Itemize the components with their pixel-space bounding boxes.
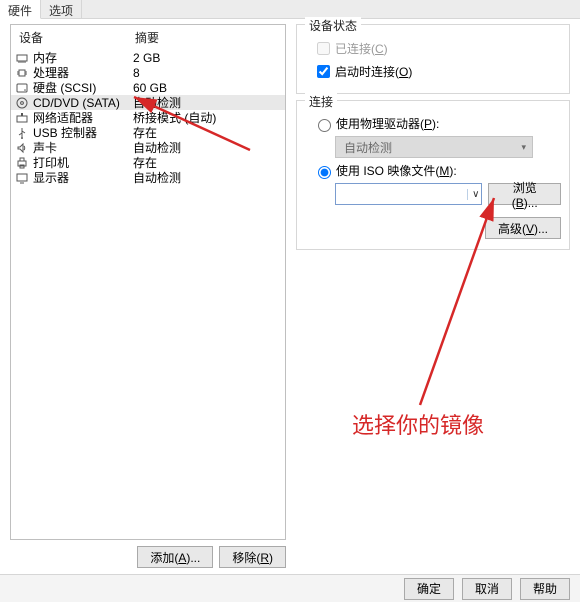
device-row[interactable]: USB 控制器存在 [11,125,285,140]
browse-button[interactable]: 浏览(B)... [488,183,561,205]
radio-physical-drive[interactable]: 使用物理驱动器(P): [313,115,561,132]
remove-device-button[interactable]: 移除(R) [219,546,286,568]
device-summary: 自动检测 [133,169,285,186]
add-device-button[interactable]: 添加(A)... [137,546,213,568]
device-row[interactable]: CD/DVD (SATA)自动检测 [11,95,285,110]
checkbox-connected: 已连接(C) [313,39,561,58]
printer-icon [15,156,29,170]
device-row[interactable]: 声卡自动检测 [11,140,285,155]
advanced-label: 高级(V)... [498,220,548,237]
device-summary: 60 GB [133,81,285,95]
chevron-down-icon: ▾ [521,142,526,153]
radio-iso-file-label: 使用 ISO 映像文件(M): [336,162,457,179]
display-icon [15,171,29,185]
group-device-state-title: 设备状态 [305,17,361,34]
advanced-button[interactable]: 高级(V)... [485,217,561,239]
browse-label: 浏览(B)... [501,179,548,210]
cancel-label: 取消 [475,580,499,597]
checkbox-connected-label: 已连接(C) [335,40,388,57]
help-label: 帮助 [533,580,557,597]
checkbox-connected-input [317,42,330,55]
nic-icon [15,111,29,125]
col-device: 设备 [19,29,135,46]
group-connection-title: 连接 [305,93,337,110]
physical-drive-value: 自动检测 [344,139,392,156]
ok-button[interactable]: 确定 [404,578,454,600]
tab-options[interactable]: 选项 [41,0,82,19]
radio-physical-drive-input[interactable] [318,119,331,132]
help-button[interactable]: 帮助 [520,578,570,600]
device-row[interactable]: 打印机存在 [11,155,285,170]
device-row[interactable]: 处理器8 [11,65,285,80]
chevron-down-icon[interactable]: ∨ [467,189,479,200]
remove-device-label: 移除(R) [232,549,273,566]
device-row[interactable]: 内存2 GB [11,50,285,65]
device-name: 显示器 [33,169,133,186]
usb-icon [15,126,29,140]
col-summary: 摘要 [135,29,279,46]
hdd-icon [15,81,29,95]
group-device-state: 设备状态 已连接(C) 启动时连接(O) [296,24,570,94]
checkbox-poweron-label: 启动时连接(O) [335,63,412,80]
radio-iso-file[interactable]: 使用 ISO 映像文件(M): [313,162,561,179]
cpu-icon [15,66,29,80]
device-row[interactable]: 硬盘 (SCSI)60 GB [11,80,285,95]
checkbox-poweron-input[interactable] [317,65,330,78]
group-connection: 连接 使用物理驱动器(P): 自动检测 ▾ 使用 ISO 映像文件(M): ∨ … [296,100,570,250]
device-row[interactable]: 显示器自动检测 [11,170,285,185]
radio-physical-drive-label: 使用物理驱动器(P): [336,115,439,132]
device-summary: 8 [133,66,285,80]
disc-icon [15,96,29,110]
add-device-label: 添加(A)... [150,549,200,566]
ok-label: 确定 [417,580,441,597]
iso-file-combo[interactable]: ∨ [335,183,482,205]
annotation-text: 选择你的镜像 [352,408,484,440]
cancel-button[interactable]: 取消 [462,578,512,600]
tab-bar: 硬件 选项 [0,0,580,19]
physical-drive-select: 自动检测 ▾ [335,136,533,158]
device-name: 硬盘 (SCSI) [33,79,133,96]
device-summary: 2 GB [133,51,285,65]
checkbox-connect-on-poweron[interactable]: 启动时连接(O) [313,62,561,81]
radio-iso-file-input[interactable] [318,166,331,179]
device-list-panel: 设备 摘要 内存2 GB处理器8硬盘 (SCSI)60 GBCD/DVD (SA… [10,24,286,540]
device-row[interactable]: 网络适配器桥接模式 (自动) [11,110,285,125]
tab-hardware[interactable]: 硬件 [0,0,41,19]
dialog-button-bar: 确定 取消 帮助 [0,574,580,602]
sound-icon [15,141,29,155]
memory-icon [15,51,29,65]
device-name: CD/DVD (SATA) [33,96,133,110]
